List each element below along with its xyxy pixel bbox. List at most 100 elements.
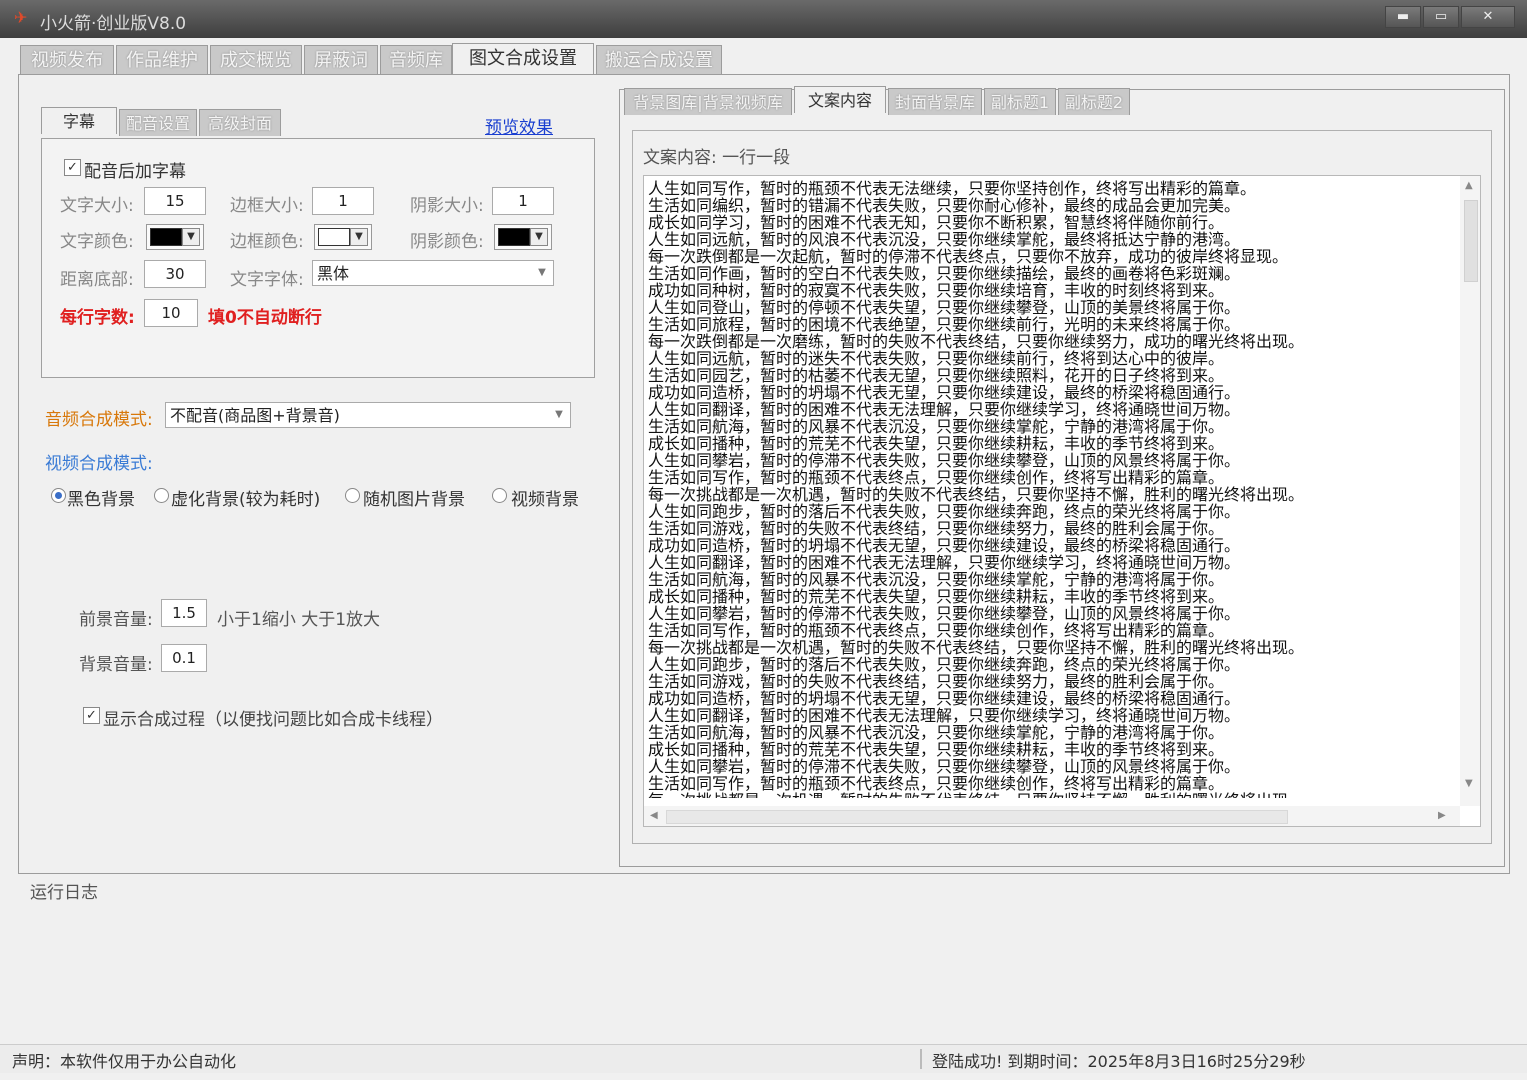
right-content-panel: 背景图库|背景视频库 文案内容 封面背景库 副标题1 副标题2 文案内容: 一行… (619, 86, 1505, 867)
font-family-value: 黑体 (317, 264, 350, 283)
copy-line: 人生如同攀岩，暂时的停滞不代表失败，只要你继续攀登，山顶的风景终将属于你。 (648, 757, 1241, 776)
login-status-text: 登陆成功! 到期时间：2025年8月3日16时25分29秒 (932, 1052, 1306, 1071)
bg-volume-input[interactable]: 0.1 (161, 644, 207, 672)
radio-video-background-label: 视频背景 (511, 490, 579, 510)
chevron-down-icon: ▼ (555, 409, 563, 420)
tab-image-text-synthesis[interactable]: 图文合成设置 (452, 43, 594, 74)
vertical-scrollbar[interactable]: ▲ ▼ (1460, 176, 1480, 806)
shadow-size-input[interactable]: 1 (492, 187, 554, 215)
border-color-label: 边框颜色: (230, 232, 304, 252)
tab-copy-content[interactable]: 文案内容 (794, 86, 886, 113)
scroll-down-icon[interactable]: ▼ (1465, 778, 1473, 789)
tab-background-library[interactable]: 背景图库|背景视频库 (624, 88, 792, 115)
scroll-up-icon[interactable]: ▲ (1465, 180, 1473, 191)
horizontal-scroll-thumb[interactable] (666, 810, 1288, 824)
scroll-right-icon[interactable]: ▶ (1438, 810, 1446, 821)
shadow-size-label: 阴影大小: (410, 196, 484, 216)
shadow-color-picker[interactable]: ▼ (494, 224, 552, 250)
copy-line: 成功如同造桥，暂时的坍塌不代表无望，只要你继续建设，最终的桥梁将稳固通行。 (648, 536, 1241, 555)
copy-line: 人生如同翻译，暂时的困难不代表无法理解，只要你继续学习，终将通晓世间万物。 (648, 553, 1241, 572)
copy-line: 生活如同旅程，暂时的困境不代表绝望，只要你继续前行，光明的未来终将属于你。 (648, 315, 1241, 334)
bottom-margin-input[interactable]: 30 (144, 260, 206, 288)
tab-deal-overview[interactable]: 成交概览 (210, 45, 302, 74)
tab-subtitle-2[interactable]: 副标题2 (1058, 88, 1130, 115)
audio-mode-select[interactable]: 不配音(商品图+背景音) ▼ (165, 402, 571, 428)
tab-subtitle-1[interactable]: 副标题1 (984, 88, 1056, 115)
left-settings-panel: 字幕 配音设置 高级封面 预览效果 ✓ 配音后加字幕 文字大小: 15 边框大小… (19, 75, 605, 865)
shadow-color-swatch (498, 228, 530, 246)
fg-volume-input[interactable]: 1.5 (161, 599, 207, 627)
font-family-select[interactable]: 黑体 ▼ (312, 260, 554, 286)
tab-audio-library[interactable]: 音频库 (380, 45, 452, 74)
scroll-left-icon[interactable]: ◀ (650, 810, 658, 821)
minimize-button[interactable]: ▬ (1385, 6, 1421, 28)
add-subtitle-label: 配音后加字幕 (84, 162, 186, 182)
title-bar: ✈ 小火箭·创业版V8.0 ▬ ▭ ✕ (0, 0, 1527, 38)
chevron-down-icon: ▼ (538, 267, 546, 278)
maximize-button[interactable]: ▭ (1423, 6, 1459, 28)
copy-line: 成长如同学习，暂时的困难不代表无知，只要你不断积累，智慧终将伴随你前行。 (648, 213, 1225, 232)
border-color-picker[interactable]: ▼ (314, 224, 372, 250)
font-size-input[interactable]: 15 (144, 187, 206, 215)
copy-line: 人生如同跑步，暂时的落后不代表失败，只要你继续奔跑，终点的荣光终将属于你。 (648, 502, 1241, 521)
radio-blur-background-label: 虚化背景(较为耗时) (171, 490, 321, 510)
copy-line: 人生如同跑步，暂时的落后不代表失败，只要你继续奔跑，终点的荣光终将属于你。 (648, 655, 1241, 674)
show-process-label: 显示合成过程（以便找问题比如合成卡线程） (103, 710, 443, 730)
copy-line: 生活如同作画，暂时的空白不代表失败，只要你继续描绘，最终的画卷将色彩斑斓。 (648, 264, 1241, 283)
font-color-picker[interactable]: ▼ (146, 224, 204, 250)
tab-subtitle[interactable]: 字幕 (41, 107, 117, 134)
chars-per-line-hint: 填0不自动断行 (208, 308, 322, 328)
tab-voice-settings[interactable]: 配音设置 (119, 109, 197, 136)
copy-line: 生活如同游戏，暂时的失败不代表终结，只要你继续努力，最终的胜利会属于你。 (648, 672, 1225, 691)
copy-line: 成功如同造桥，暂时的坍塌不代表无望，只要你继续建设，最终的桥梁将稳固通行。 (648, 689, 1241, 708)
app-window: ✈ 小火箭·创业版V8.0 ▬ ▭ ✕ 视频发布 作品维护 成交概览 屏蔽词 音… (0, 0, 1527, 1080)
copy-line: 每一次挑战都是一次机遇，暂时的失败不代表终结，只要你坚持不懈，胜利的曙光终将出现… (648, 792, 1448, 798)
tab-works-maintain[interactable]: 作品维护 (116, 45, 208, 74)
copy-line: 成长如同播种，暂时的荒芜不代表失望，只要你继续耕耘，丰收的季节终将到来。 (648, 434, 1225, 453)
tab-video-publish[interactable]: 视频发布 (20, 45, 114, 74)
copy-line: 人生如同登山，暂时的停顿不代表失望，只要你继续攀登，山顶的美景终将属于你。 (648, 298, 1241, 317)
copy-line: 人生如同攀岩，暂时的停滞不代表失败，只要你继续攀登，山顶的风景终将属于你。 (648, 604, 1241, 623)
copy-line: 人生如同翻译，暂时的困难不代表无法理解，只要你继续学习，终将通晓世间万物。 (648, 706, 1241, 725)
font-family-label: 文字字体: (230, 270, 304, 290)
radio-random-image-background[interactable] (345, 488, 360, 503)
radio-random-image-background-label: 随机图片背景 (363, 490, 465, 510)
copy-line: 人生如同远航，暂时的风浪不代表沉没，只要你继续掌舵，最终将抵达宁静的港湾。 (648, 230, 1241, 249)
border-color-swatch (318, 228, 350, 246)
chars-per-line-input[interactable]: 10 (144, 299, 198, 327)
disclaimer-text: 声明：本软件仅用于办公自动化 (12, 1052, 237, 1071)
copy-line: 人生如同攀岩，暂时的停滞不代表失败，只要你继续攀登，山顶的风景终将属于你。 (648, 451, 1241, 470)
audio-mode-value: 不配音(商品图+背景音) (170, 406, 340, 425)
copy-line: 生活如同航海，暂时的风暴不代表沉没，只要你继续掌舵，宁静的港湾将属于你。 (648, 417, 1225, 436)
copy-line: 生活如同编织，暂时的错漏不代表失败，只要你耐心修补，最终的成品会更加完美。 (648, 196, 1241, 215)
copy-line: 生活如同园艺，暂时的枯萎不代表无望，只要你继续照料，花开的日子终将到来。 (648, 366, 1225, 385)
vertical-scroll-thumb[interactable] (1464, 200, 1478, 282)
bottom-margin-label: 距离底部: (60, 270, 134, 290)
horizontal-scrollbar[interactable]: ◀ ▶ (644, 806, 1460, 826)
preview-effect-link[interactable]: 预览效果 (485, 113, 553, 138)
tab-advanced-cover[interactable]: 高级封面 (199, 109, 281, 136)
tab-block-words[interactable]: 屏蔽词 (304, 45, 378, 74)
border-size-input[interactable]: 1 (312, 187, 374, 215)
subtitle-settings-box: ✓ 配音后加字幕 文字大小: 15 边框大小: 1 阴影大小: 1 文字颜色: … (41, 138, 595, 378)
add-subtitle-checkbox[interactable]: ✓ (64, 159, 81, 176)
copy-content-panel: 文案内容: 一行一段 人生如同写作，暂时的瓶颈不代表无法继续，只要你坚持创作，终… (632, 130, 1492, 844)
radio-black-background[interactable] (51, 488, 66, 503)
border-size-label: 边框大小: (230, 196, 304, 216)
chars-per-line-label: 每行字数: (60, 308, 135, 328)
tab-cover-background-library[interactable]: 封面背景库 (888, 88, 982, 115)
copy-line: 生活如同写作，暂时的瓶颈不代表终点，只要你继续创作，终将写出精彩的篇章。 (648, 774, 1225, 793)
show-process-checkbox[interactable]: ✓ (83, 707, 100, 724)
status-bar: 声明：本软件仅用于办公自动化 登陆成功! 到期时间：2025年8月3日16时25… (0, 1044, 1527, 1073)
rocket-icon: ✈ (14, 8, 28, 27)
copy-line: 生活如同游戏，暂时的失败不代表终结，只要你继续努力，最终的胜利会属于你。 (648, 519, 1225, 538)
close-button[interactable]: ✕ (1461, 6, 1515, 28)
copy-content-label: 文案内容: 一行一段 (643, 148, 791, 168)
tab-repost-synthesis[interactable]: 搬运合成设置 (596, 45, 722, 74)
copy-line: 成长如同播种，暂时的荒芜不代表失望，只要你继续耕耘，丰收的季节终将到来。 (648, 740, 1225, 759)
copy-line: 成功如同造桥，暂时的坍塌不代表无望，只要你继续建设，最终的桥梁将稳固通行。 (648, 383, 1241, 402)
copy-content-textarea[interactable]: 人生如同写作，暂时的瓶颈不代表无法继续，只要你坚持创作，终将写出精彩的篇章。 生活… (643, 175, 1481, 827)
radio-video-background[interactable] (492, 488, 507, 503)
copy-line: 人生如同写作，暂时的瓶颈不代表无法继续，只要你坚持创作，终将写出精彩的篇章。 (648, 180, 1257, 198)
radio-blur-background[interactable] (154, 488, 169, 503)
